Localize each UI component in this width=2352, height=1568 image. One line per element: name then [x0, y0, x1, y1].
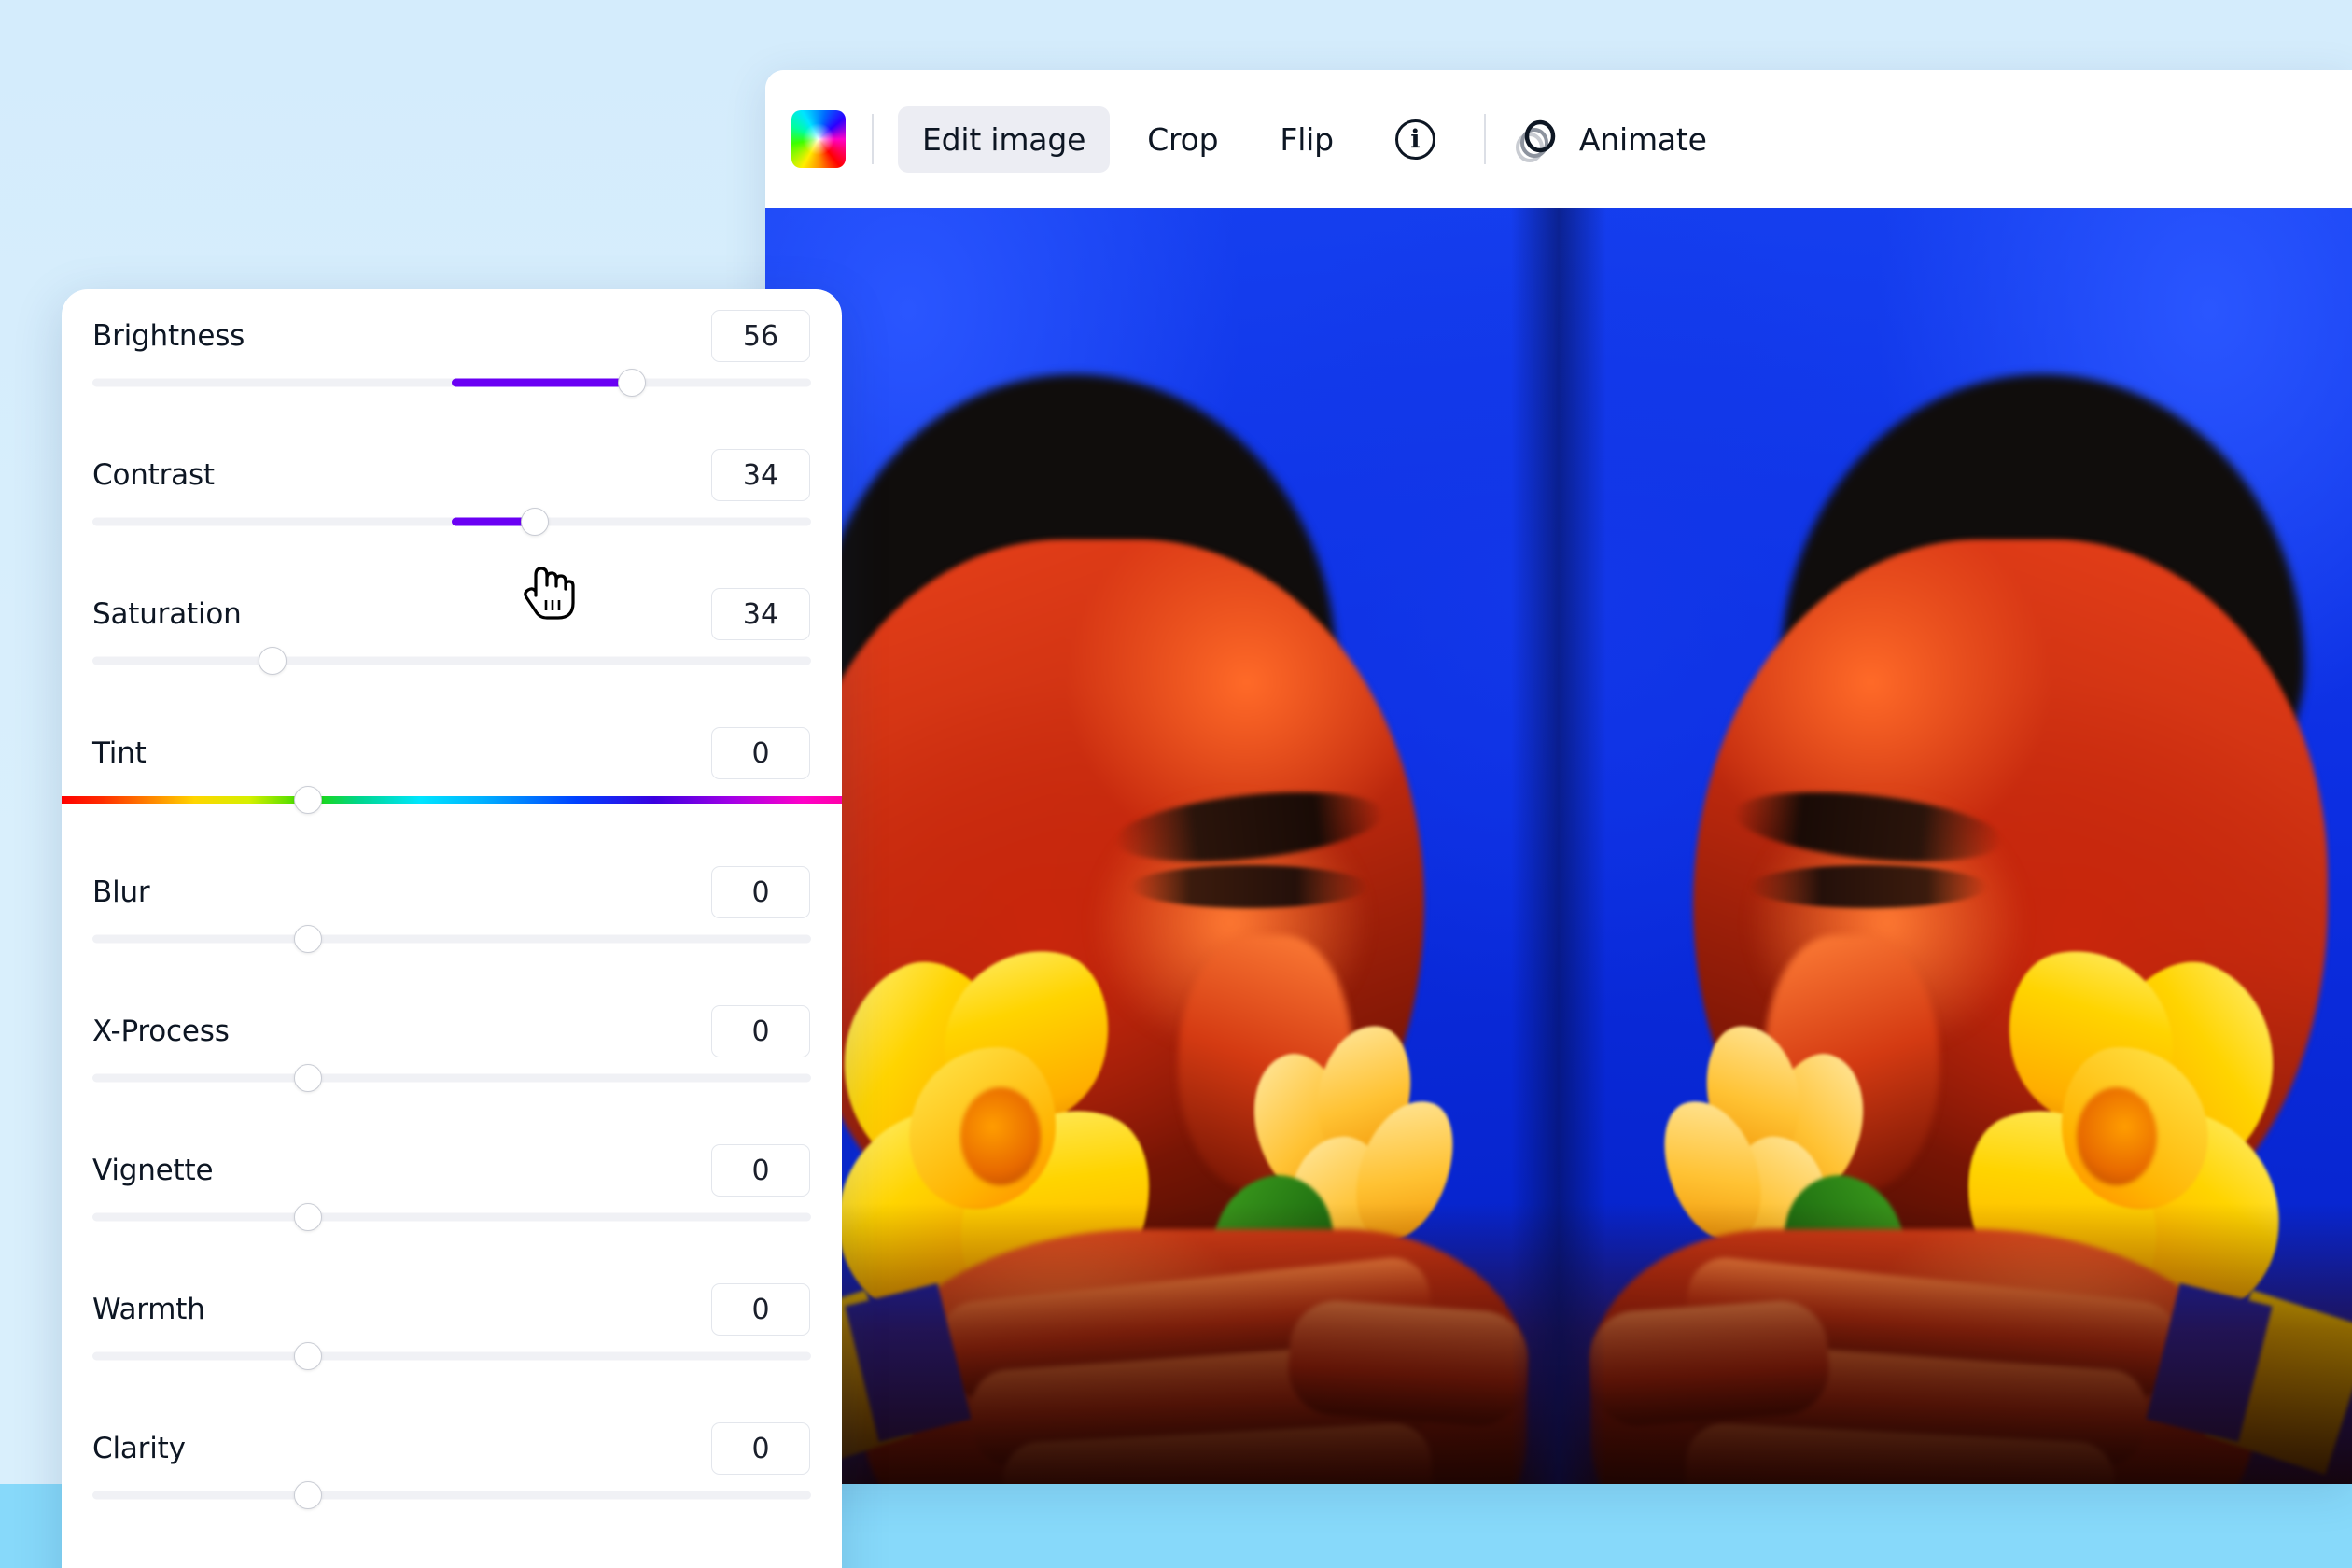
image-editor-window: Edit image Crop Flip i Animate: [765, 70, 2352, 1484]
slider-label: Brightness: [92, 319, 245, 353]
toolbar-separator-2: [1483, 114, 1486, 164]
info-icon-glyph: i: [1410, 124, 1421, 154]
slider-row: Tint 0: [62, 707, 842, 846]
tab-flip[interactable]: Flip: [1255, 106, 1357, 173]
slider-row: Blur 0: [62, 846, 842, 985]
slider-control[interactable]: [92, 369, 811, 397]
animate-label: Animate: [1578, 120, 1707, 158]
slider-thumb[interactable]: [294, 1481, 322, 1509]
slider-row: Brightness 56: [62, 289, 842, 428]
slider-label: Warmth: [92, 1293, 205, 1326]
slider-label: Tint: [92, 736, 147, 770]
adjustments-panel: Brightness 56 Contrast 34 Saturation 34 Tint 0 B…: [62, 289, 842, 1568]
slider-thumb[interactable]: [294, 925, 322, 953]
slider-row-head: Clarity 0: [62, 1402, 842, 1495]
slider-row-head: Blur 0: [62, 846, 842, 939]
slider-label: Clarity: [92, 1432, 186, 1465]
slider-label: Vignette: [92, 1154, 214, 1187]
slider-track: [92, 1351, 811, 1361]
slider-row: Clarity 0: [62, 1402, 842, 1541]
animate-onion-skin-icon: [1515, 119, 1556, 162]
slider-row-head: Tint 0: [62, 707, 842, 800]
photo-half-right-mirrored: [1559, 208, 2352, 1484]
slider-control[interactable]: [92, 1064, 811, 1092]
toolbar-separator-1: [872, 114, 874, 164]
slider-thumb[interactable]: [294, 1203, 322, 1231]
tab-crop[interactable]: Crop: [1123, 106, 1242, 173]
tab-flip-label: Flip: [1280, 120, 1334, 158]
slider-label: Blur: [92, 875, 150, 909]
image-canvas[interactable]: [765, 208, 2352, 1484]
slider-thumb[interactable]: [617, 369, 646, 397]
slider-row: Vignette 0: [62, 1124, 842, 1263]
slider-value-input[interactable]: 0: [711, 727, 810, 779]
slider-row-head: Saturation 34: [62, 567, 842, 661]
slider-row: X-Process 0: [62, 985, 842, 1124]
slider-label: X-Process: [92, 1015, 230, 1048]
slider-track: [92, 1491, 811, 1500]
slider-control[interactable]: [92, 925, 811, 953]
color-wheel-icon[interactable]: [791, 110, 846, 168]
slider-value-input[interactable]: 0: [711, 1422, 810, 1475]
slider-value-input[interactable]: 0: [711, 866, 810, 918]
slider-track-rainbow: [62, 796, 842, 804]
slider-label: Contrast: [92, 458, 215, 492]
slider-value-input[interactable]: 34: [711, 449, 810, 501]
tab-crop-label: Crop: [1147, 120, 1219, 158]
slider-row-head: Warmth 0: [62, 1263, 842, 1356]
editor-toolbar: Edit image Crop Flip i Animate: [765, 70, 2352, 208]
slider-control[interactable]: [92, 508, 811, 536]
slider-row-head: Brightness 56: [62, 289, 842, 383]
slider-control[interactable]: [62, 786, 842, 814]
slider-thumb[interactable]: [520, 508, 549, 536]
slider-thumb[interactable]: [294, 1342, 322, 1370]
slider-row: [62, 1541, 842, 1568]
slider-label: Saturation: [92, 597, 242, 631]
info-icon[interactable]: i: [1394, 119, 1435, 160]
slider-row-head: Vignette 0: [62, 1124, 842, 1217]
tab-edit-image[interactable]: Edit image: [898, 105, 1111, 173]
slider-value-input[interactable]: 34: [711, 588, 810, 640]
animate-button[interactable]: Animate: [1510, 113, 1707, 165]
slider-track: [92, 656, 811, 665]
slider-control[interactable]: [92, 1203, 811, 1231]
slider-row: Contrast 34: [62, 428, 842, 567]
slider-track: [92, 1073, 811, 1083]
slider-value-input[interactable]: 0: [711, 1283, 810, 1336]
slider-fill: [452, 378, 632, 387]
slider-row-head: Contrast 34: [62, 428, 842, 522]
tab-edit-image-label: Edit image: [922, 120, 1086, 158]
slider-row: Warmth 0: [62, 1263, 842, 1402]
slider-row: Saturation 34: [62, 567, 842, 707]
slider-row-head: X-Process 0: [62, 985, 842, 1078]
slider-row-head: [62, 1541, 842, 1568]
slider-track: [92, 934, 811, 944]
slider-value-input[interactable]: 0: [711, 1005, 810, 1057]
slider-control[interactable]: [92, 1342, 811, 1370]
photo-half-left: [765, 208, 1559, 1484]
slider-thumb[interactable]: [294, 786, 322, 814]
slider-track: [92, 1212, 811, 1222]
slider-control[interactable]: [92, 647, 811, 675]
slider-value-input[interactable]: 0: [711, 1144, 810, 1197]
slider-thumb[interactable]: [294, 1064, 322, 1092]
slider-thumb[interactable]: [258, 647, 287, 675]
slider-control[interactable]: [92, 1481, 811, 1509]
slider-value-input[interactable]: 56: [711, 310, 810, 362]
